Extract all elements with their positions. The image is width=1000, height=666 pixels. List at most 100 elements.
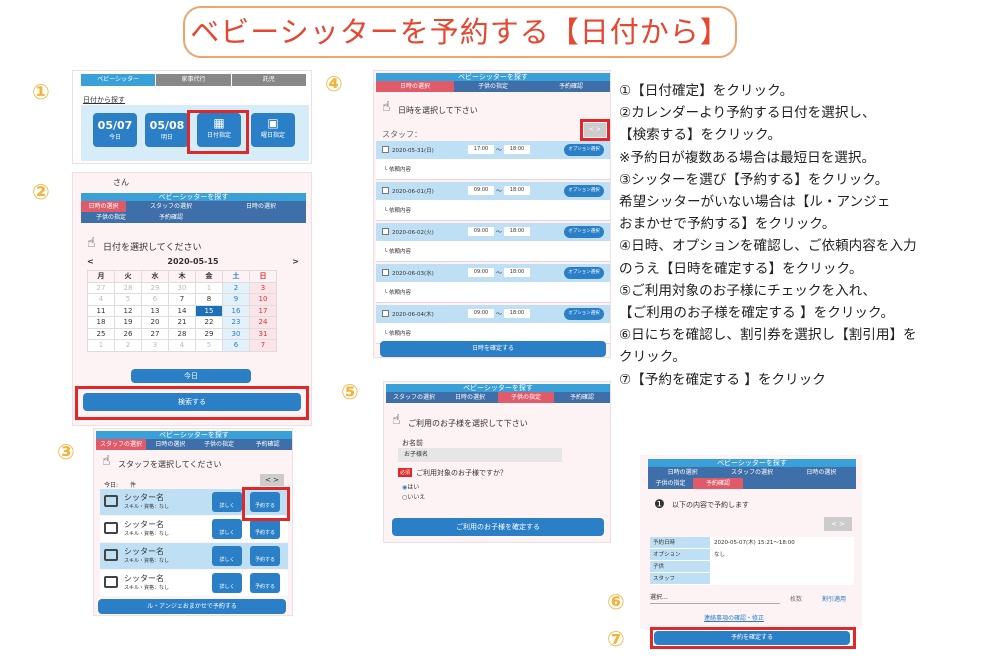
today-button[interactable]: 今日 xyxy=(131,369,251,383)
calendar-day[interactable]: 5 xyxy=(114,293,142,306)
calendar-day[interactable]: 17 xyxy=(249,304,277,317)
detail-button[interactable]: 詳しく xyxy=(212,492,242,512)
calendar-day[interactable]: 28 xyxy=(168,327,196,340)
radio-no[interactable]: ○いいえ xyxy=(402,492,425,501)
calendar-day[interactable]: 31 xyxy=(249,327,277,340)
detail-button[interactable]: 詳しく xyxy=(212,519,242,539)
detail-button[interactable]: 詳しく xyxy=(212,573,242,593)
calendar-day[interactable]: 4 xyxy=(87,293,115,306)
calendar-day[interactable]: 29 xyxy=(195,327,223,340)
end-time[interactable]: 18:00 xyxy=(504,186,530,195)
confirm-child-button[interactable]: ご利用のお子様を確定する xyxy=(392,518,604,536)
calendar-day[interactable]: 28 xyxy=(114,281,142,294)
request-field[interactable]: └ 依頼内容 xyxy=(376,200,610,221)
calendar-day[interactable]: 11 xyxy=(87,304,115,317)
edit-message-link[interactable]: 連絡事項の確認・修正 xyxy=(704,613,764,622)
tomorrow-date-button[interactable]: 05/08 明日 xyxy=(145,113,189,147)
calendar-day[interactable]: 2 xyxy=(114,339,142,352)
option-button[interactable]: オプション選択 xyxy=(564,144,604,156)
calendar-day[interactable]: 27 xyxy=(141,327,169,340)
calendar-grid: 月 火 水 木 金 土 日 27 28 29 30 1 2 3 4 5 6 7 8 9 10 11 12 13 1… xyxy=(87,270,277,352)
today-label: 今日 xyxy=(108,134,121,141)
date-prompt: 日付を選択してください xyxy=(103,243,202,253)
reserve-button[interactable]: 予約する xyxy=(250,519,280,539)
start-time[interactable]: 09:00 xyxy=(468,227,494,236)
end-time[interactable]: 18:00 xyxy=(504,309,530,318)
start-time[interactable]: 09:00 xyxy=(468,268,494,277)
time-checkbox[interactable] xyxy=(382,269,389,276)
weekday-fix-button[interactable]: ▣ 曜日指定 xyxy=(251,113,295,147)
apply-discount-link[interactable]: 割引適用 xyxy=(822,594,846,603)
calendar-day[interactable]: 13 xyxy=(141,304,169,317)
calendar-day[interactable]: 16 xyxy=(222,304,250,317)
calendar-day[interactable]: 14 xyxy=(168,304,196,317)
calendar-day[interactable]: 3 xyxy=(249,281,277,294)
tab-nursery[interactable]: 託児 xyxy=(230,74,306,86)
end-time[interactable]: 18:00 xyxy=(504,227,530,236)
calendar-day[interactable]: 3 xyxy=(141,339,169,352)
detail-button[interactable]: 詳しく xyxy=(212,546,242,566)
time-tilde: 〜 xyxy=(496,229,503,236)
calendar-day[interactable]: 6 xyxy=(222,339,250,352)
calendar-day[interactable]: 21 xyxy=(168,316,196,329)
reserve-button[interactable]: 予約する xyxy=(250,573,280,593)
calendar-week: 18 19 20 21 22 23 24 xyxy=(87,316,277,329)
calendar-day[interactable]: 26 xyxy=(114,327,142,340)
pager[interactable]: < > xyxy=(824,517,852,531)
calendar-day[interactable]: 2 xyxy=(222,281,250,294)
calendar-day[interactable]: 24 xyxy=(249,316,277,329)
calendar-day[interactable]: 7 xyxy=(249,339,277,352)
time-checkbox[interactable] xyxy=(382,228,389,235)
radio-yes[interactable]: ◉はい xyxy=(402,482,419,491)
request-field[interactable]: └ 依頼内容 xyxy=(376,159,610,180)
calendar-day[interactable]: 12 xyxy=(114,304,142,317)
option-button[interactable]: オプション選択 xyxy=(564,185,604,197)
coupon-select[interactable]: 選択... xyxy=(650,592,780,604)
calendar-day[interactable]: 30 xyxy=(168,281,196,294)
calendar-day[interactable]: 25 xyxy=(87,327,115,340)
highlight-date-fix xyxy=(187,110,249,154)
prev-month-button[interactable]: < xyxy=(87,257,94,266)
calendar-day[interactable]: 10 xyxy=(249,293,277,306)
search-by-date-link[interactable]: 日付から探す xyxy=(83,95,125,105)
request-field[interactable]: └ 依頼内容 xyxy=(376,282,610,303)
calendar-day[interactable]: 20 xyxy=(141,316,169,329)
calendar-day[interactable]: 23 xyxy=(222,316,250,329)
calendar-day[interactable]: 6 xyxy=(141,293,169,306)
tab-babysitter[interactable]: ベビーシッター xyxy=(81,74,156,86)
calendar-day[interactable]: 7 xyxy=(168,293,196,306)
today-date-button[interactable]: 05/07 今日 xyxy=(93,113,137,147)
calendar-day[interactable]: 1 xyxy=(195,281,223,294)
calendar-day[interactable]: 27 xyxy=(87,281,115,294)
start-time[interactable]: 09:00 xyxy=(468,186,494,195)
time-checkbox[interactable] xyxy=(382,310,389,317)
end-time[interactable]: 18:00 xyxy=(504,268,530,277)
next-month-button[interactable]: > xyxy=(292,257,299,266)
option-button[interactable]: オプション選択 xyxy=(564,308,604,320)
calendar-day[interactable]: 15 xyxy=(195,304,223,317)
calendar-day[interactable]: 30 xyxy=(222,327,250,340)
calendar-day[interactable]: 8 xyxy=(195,293,223,306)
reserve-button[interactable]: 予約する xyxy=(250,546,280,566)
omakase-button[interactable]: ル・アンジェおまかせで予約する xyxy=(98,599,286,614)
time-checkbox[interactable] xyxy=(382,187,389,194)
start-time[interactable]: 09:00 xyxy=(468,309,494,318)
calendar-day[interactable]: 22 xyxy=(195,316,223,329)
confirm-time-button[interactable]: 日時を確定する xyxy=(380,341,606,357)
calendar-day[interactable]: 29 xyxy=(141,281,169,294)
pager[interactable]: < > xyxy=(260,474,284,486)
calendar-day[interactable]: 1 xyxy=(87,339,115,352)
option-button[interactable]: オプション選択 xyxy=(564,226,604,238)
calendar-day[interactable]: 9 xyxy=(222,293,250,306)
calendar-day[interactable]: 4 xyxy=(168,339,196,352)
calendar-day[interactable]: 5 xyxy=(195,339,223,352)
end-time[interactable]: 18:00 xyxy=(504,145,530,154)
count-field[interactable]: 枚数 xyxy=(790,594,802,603)
calendar-day[interactable]: 18 xyxy=(87,316,115,329)
time-checkbox[interactable] xyxy=(382,146,389,153)
calendar-day[interactable]: 19 xyxy=(114,316,142,329)
tab-housework[interactable]: 家事代行 xyxy=(155,74,231,86)
request-field[interactable]: └ 依頼内容 xyxy=(376,241,610,262)
option-button[interactable]: オプション選択 xyxy=(564,267,604,279)
start-time[interactable]: 17:00 xyxy=(468,145,494,154)
